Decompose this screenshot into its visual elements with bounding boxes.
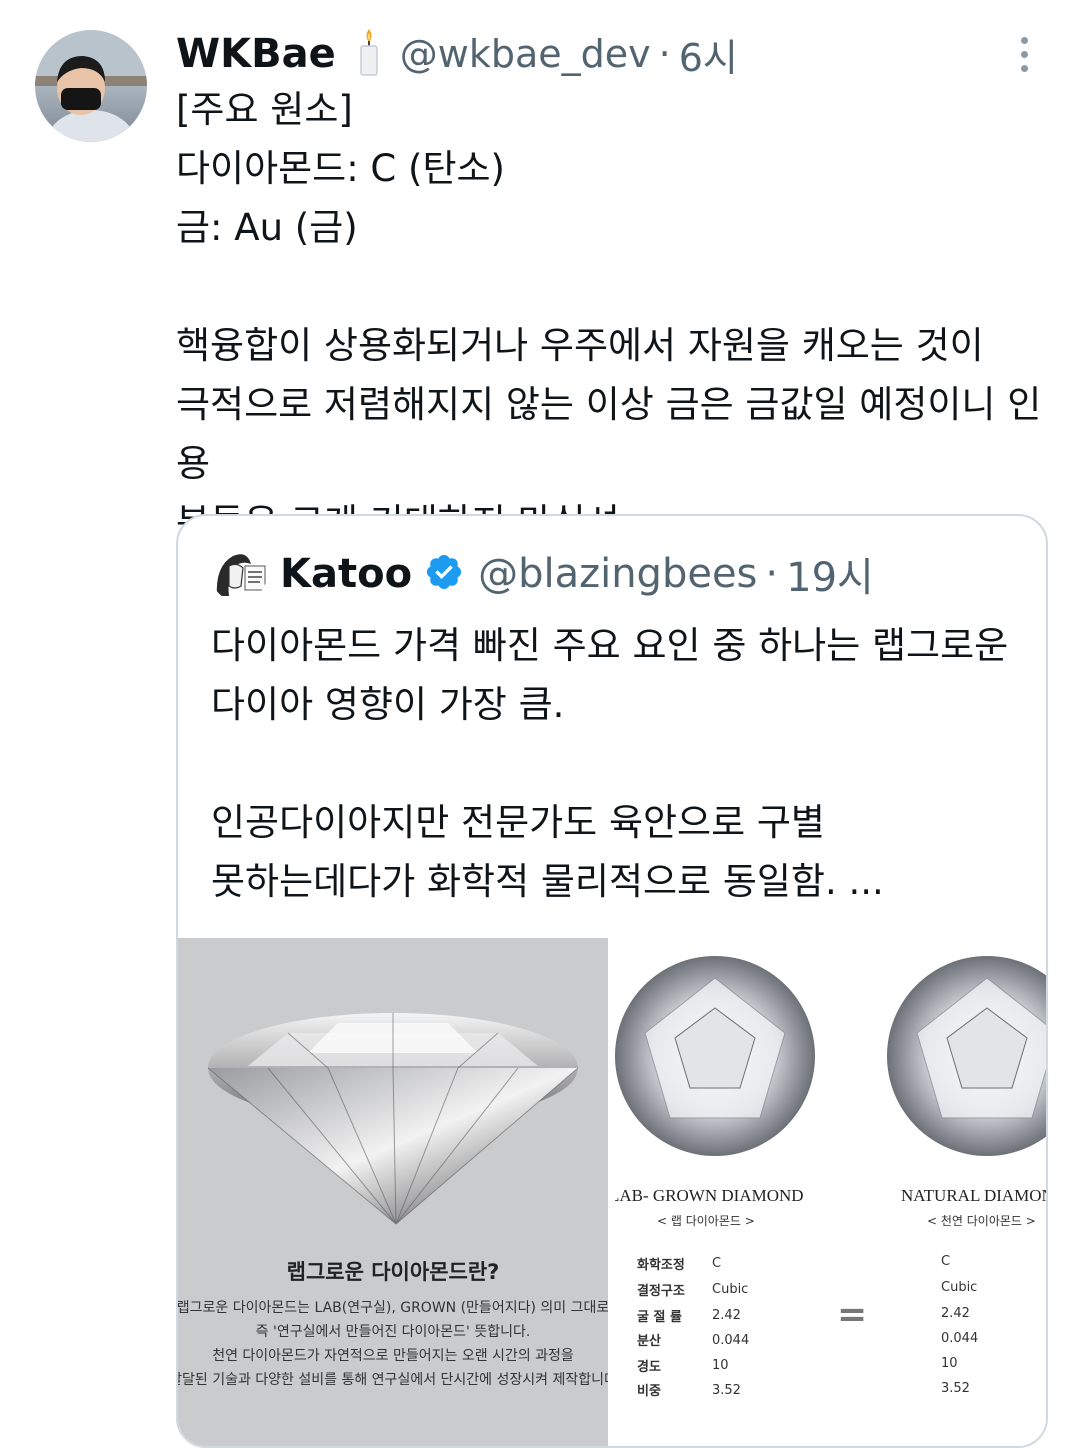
lab-spec-value: 3.52 (712, 1383, 741, 1398)
candle-icon (356, 27, 382, 81)
natural-spec-value: Cubic (941, 1280, 978, 1295)
natural-spec-value: 0.044 (941, 1331, 979, 1346)
spec-label: 결정구조 (637, 1284, 685, 1299)
quoted-tweet-card[interactable]: Katoo @blazingbees · 19시 다이아몬드 가격 빠진 주요 … (176, 514, 1048, 1448)
separator-dot: · (765, 551, 779, 597)
natural-subtitle: < 천연 다이아몬드 > (927, 1214, 1036, 1228)
lab-grown-subtitle: < 랩 다이아몬드 > (657, 1214, 755, 1228)
tweet-time[interactable]: 6시 (679, 27, 738, 82)
natural-title: NATURAL DIAMOND (901, 1186, 1046, 1205)
spec-label: 비중 (637, 1384, 661, 1399)
media-image-lab-grown-explainer[interactable]: 랩그로운 다이아몬드란? 랩그로운 다이아몬드는 LAB(연구실), GROWN… (178, 938, 608, 1446)
author-name[interactable]: WKBae (176, 31, 336, 77)
diamond-image-icon (207, 1013, 579, 1225)
tweet-text: [주요 원소] 다이아몬드: C (탄소) 금: Au (금) 핵융합이 상용화… (176, 88, 1042, 544)
lab-spec-value: Cubic (712, 1282, 749, 1297)
spec-label: 화학조정 (637, 1258, 685, 1273)
natural-spec-value: 3.52 (941, 1381, 970, 1396)
verified-badge-icon (424, 552, 464, 596)
author-avatar[interactable] (35, 30, 147, 142)
separator-dot: · (658, 32, 671, 76)
natural-spec-value: 2.42 (941, 1306, 970, 1321)
quoted-author-handle[interactable]: @blazingbees (478, 551, 757, 597)
media-left-body: 랩그로운 다이아몬드는 LAB(연구실), GROWN (만들어지다) 의미 그… (178, 1300, 608, 1388)
lab-spec-value: 2.42 (712, 1308, 741, 1323)
quoted-author-avatar[interactable] (211, 546, 267, 602)
lab-spec-value: 10 (712, 1358, 729, 1373)
diamond-comparison-icon (615, 956, 1046, 1156)
lab-spec-value: C (712, 1256, 722, 1271)
quoted-tweet-text: 다이아몬드 가격 빠진 주요 요인 중 하나는 랩그로운 다이아 영향이 가장 … (211, 624, 1009, 903)
quoted-tweet-header: Katoo @blazingbees · 19시 (280, 544, 874, 604)
spec-label: 분산 (637, 1334, 661, 1349)
media-left-title: 랩그로운 다이아몬드란? (286, 1260, 500, 1284)
natural-spec-value: C (941, 1254, 951, 1269)
lab-spec-value: 0.044 (712, 1333, 750, 1348)
equals-sign: = (837, 1294, 868, 1335)
spec-label: 경도 (637, 1360, 661, 1375)
more-options-icon[interactable] (1000, 30, 1048, 78)
lab-grown-title: LAB- GROWN DIAMOND (615, 1186, 804, 1205)
spec-label: 굴 절 률 (637, 1310, 682, 1325)
tweet-header: WKBae @wkbae_dev · 6시 (176, 26, 738, 82)
quoted-author-name[interactable]: Katoo (280, 551, 412, 597)
natural-spec-value: 10 (941, 1356, 958, 1371)
media-image-diamond-comparison[interactable]: LAB- GROWN DIAMOND < 랩 다이아몬드 > NATURAL D… (615, 938, 1046, 1446)
author-handle[interactable]: @wkbae_dev (400, 32, 651, 76)
quoted-tweet-time[interactable]: 19시 (786, 545, 874, 603)
